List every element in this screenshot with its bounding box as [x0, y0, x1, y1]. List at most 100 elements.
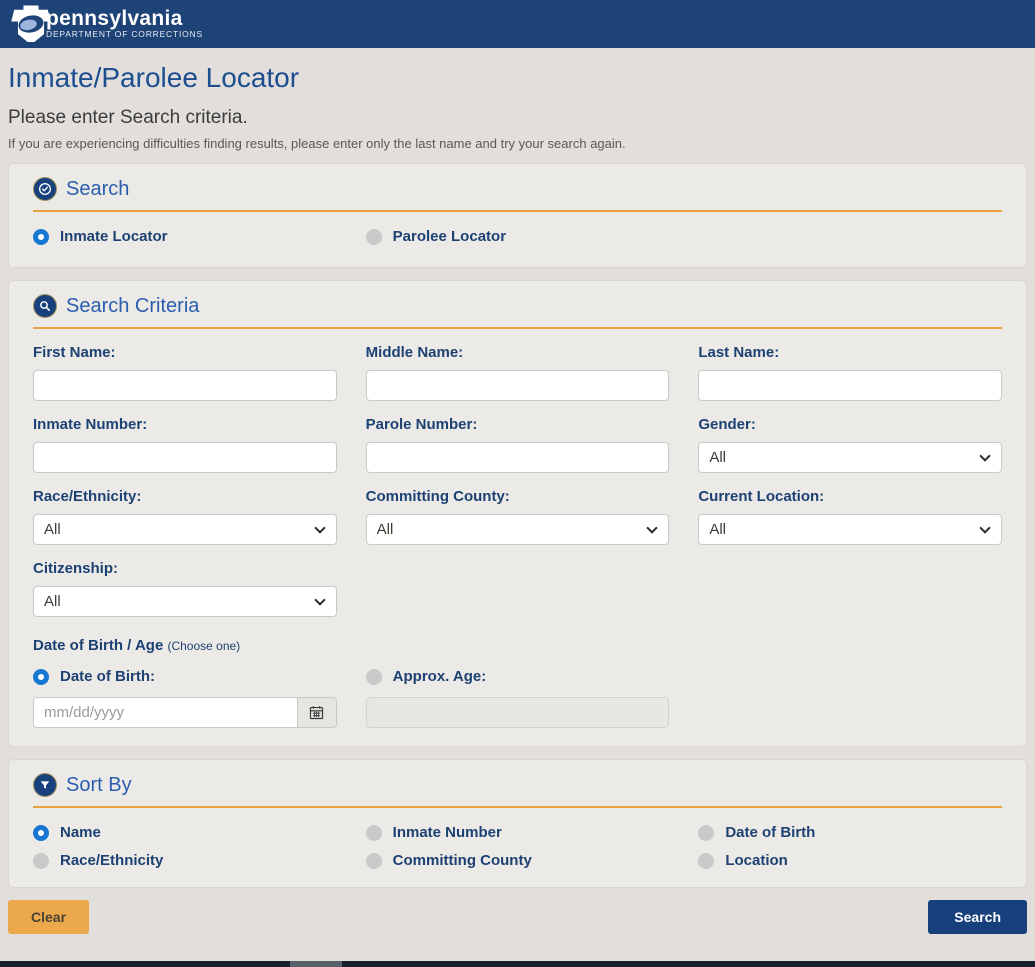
criteria-panel-heading: Search Criteria — [66, 294, 200, 317]
sort-panel-header: Sort By — [33, 773, 1002, 808]
radio-label: Approx. Age: — [392, 668, 487, 685]
current-location-label: Current Location: — [698, 488, 825, 505]
search-panel: Search Inmate Locator Parolee Locator — [8, 163, 1027, 268]
date-input-group — [33, 697, 337, 728]
current-location-select[interactable]: All — [698, 514, 1002, 545]
approx-age-input — [365, 697, 670, 728]
radio-icon — [33, 228, 49, 245]
sort-options: Name Inmate Number Date of Birth Race/Et… — [33, 824, 1002, 869]
criteria-panel-header: Search Criteria — [33, 294, 1002, 329]
logo-brand: pennsylvania — [46, 7, 183, 30]
last-name-input[interactable] — [698, 370, 1002, 401]
radio-sort-name[interactable]: Name — [33, 824, 337, 841]
radio-sort-committing-county[interactable]: Committing County — [365, 852, 670, 869]
action-buttons: Clear Search — [8, 900, 1027, 934]
page-title: Inmate/Parolee Locator — [8, 62, 300, 93]
horizontal-scrollbar-thumb[interactable] — [290, 961, 342, 967]
radio-icon — [365, 668, 382, 685]
gender-label: Gender: — [698, 416, 756, 433]
search-panel-heading: Search — [66, 177, 130, 200]
citizenship-select[interactable]: All — [33, 586, 337, 617]
radio-label: Date of Birth — [725, 824, 816, 841]
field-parole-number: Parole Number: — [365, 416, 670, 473]
logo-subtitle: DEPARTMENT OF CORRECTIONS — [46, 29, 203, 39]
radio-label: Inmate Number — [392, 824, 502, 841]
radio-sort-date-of-birth[interactable]: Date of Birth — [698, 824, 1002, 841]
calendar-icon — [310, 706, 324, 720]
radio-label: Parolee Locator — [392, 228, 507, 245]
radio-label: Race/Ethnicity — [60, 852, 164, 869]
radio-label: Inmate Locator — [60, 228, 168, 245]
date-of-birth-input[interactable] — [33, 697, 298, 728]
field-inmate-number: Inmate Number: — [33, 416, 337, 473]
dob-age-label: Date of Birth / Age (Choose one) — [33, 637, 1002, 654]
middle-name-input[interactable] — [365, 370, 670, 401]
radio-icon — [365, 852, 382, 869]
search-button[interactable]: Search — [928, 900, 1027, 934]
radio-date-of-birth[interactable]: Date of Birth: — [33, 668, 337, 685]
magnifier-icon — [33, 294, 57, 318]
committing-county-label: Committing County: — [365, 488, 510, 505]
app-header: pennsylvania DEPARTMENT OF CORRECTIONS — [0, 0, 1035, 48]
age-option: Approx. Age: — [365, 668, 670, 728]
race-select[interactable]: All — [33, 514, 337, 545]
radio-sort-race-ethnicity[interactable]: Race/Ethnicity — [33, 852, 337, 869]
radio-icon — [698, 824, 715, 841]
race-label: Race/Ethnicity: — [33, 488, 142, 505]
search-panel-header: Search — [33, 177, 1002, 212]
sort-panel-heading: Sort By — [66, 773, 132, 796]
radio-sort-location[interactable]: Location — [698, 852, 1002, 869]
criteria-row-citizenship: Citizenship: All — [33, 545, 1002, 617]
clear-button[interactable]: Clear — [8, 900, 90, 934]
inmate-number-input[interactable] — [33, 442, 337, 473]
radio-label: Committing County — [392, 852, 532, 869]
field-middle-name: Middle Name: — [365, 344, 670, 401]
radio-inmate-locator[interactable]: Inmate Locator — [33, 228, 337, 245]
criteria-row-demographics: Race/Ethnicity: All Committing County: A… — [33, 473, 1002, 545]
field-citizenship: Citizenship: All — [33, 560, 337, 617]
radio-icon — [33, 668, 49, 685]
field-gender: Gender: All — [698, 416, 1002, 473]
radio-label: Name — [60, 824, 101, 841]
radio-icon — [33, 852, 49, 869]
locator-type-options: Inmate Locator Parolee Locator — [33, 228, 1002, 245]
inmate-number-label: Inmate Number: — [33, 416, 148, 433]
dob-age-label-text: Date of Birth / Age — [33, 637, 164, 654]
radio-icon — [33, 824, 49, 841]
committing-county-select[interactable]: All — [365, 514, 670, 545]
logo-text: pennsylvania DEPARTMENT OF CORRECTIONS — [46, 8, 203, 40]
radio-icon — [365, 824, 382, 841]
dob-age-options: Date of Birth: mm/dd/yyyy Approx. Age: — [33, 668, 1002, 728]
field-race: Race/Ethnicity: All — [33, 488, 337, 545]
radio-label: Location — [725, 852, 788, 869]
radio-icon — [365, 228, 382, 245]
citizenship-label: Citizenship: — [33, 560, 118, 577]
parole-number-label: Parole Number: — [365, 416, 478, 433]
field-committing-county: Committing County: All — [365, 488, 670, 545]
check-circle-icon — [33, 177, 57, 201]
pa-doc-logo[interactable]: pennsylvania DEPARTMENT OF CORRECTIONS — [10, 3, 203, 45]
first-name-label: First Name: — [33, 344, 116, 361]
dob-option: Date of Birth: — [33, 668, 337, 728]
calendar-button[interactable] — [297, 697, 337, 728]
criteria-row-numbers: Inmate Number: Parole Number: Gender: Al… — [33, 401, 1002, 473]
first-name-input[interactable] — [33, 370, 337, 401]
radio-parolee-locator[interactable]: Parolee Locator — [365, 228, 670, 245]
page-note: If you are experiencing difficulties fin… — [8, 136, 626, 151]
dob-age-hint: (Choose one) — [167, 639, 241, 653]
search-criteria-panel: Search Criteria First Name: Middle Name:… — [8, 280, 1027, 747]
field-current-location: Current Location: All — [698, 488, 1002, 545]
radio-sort-inmate-number[interactable]: Inmate Number — [365, 824, 670, 841]
radio-icon — [698, 852, 715, 869]
last-name-label: Last Name: — [698, 344, 780, 361]
radio-label: Date of Birth: — [60, 668, 155, 685]
parole-number-input[interactable] — [365, 442, 670, 473]
middle-name-label: Middle Name: — [365, 344, 464, 361]
field-first-name: First Name: — [33, 344, 337, 401]
field-last-name: Last Name: — [698, 344, 1002, 401]
filter-funnel-icon — [33, 773, 57, 797]
gender-select[interactable]: All — [698, 442, 1002, 473]
criteria-row-names: First Name: Middle Name: Last Name: — [33, 329, 1002, 401]
radio-approx-age[interactable]: Approx. Age: — [365, 668, 670, 685]
sort-by-panel: Sort By Name Inmate Number Date of Birth… — [8, 759, 1027, 888]
